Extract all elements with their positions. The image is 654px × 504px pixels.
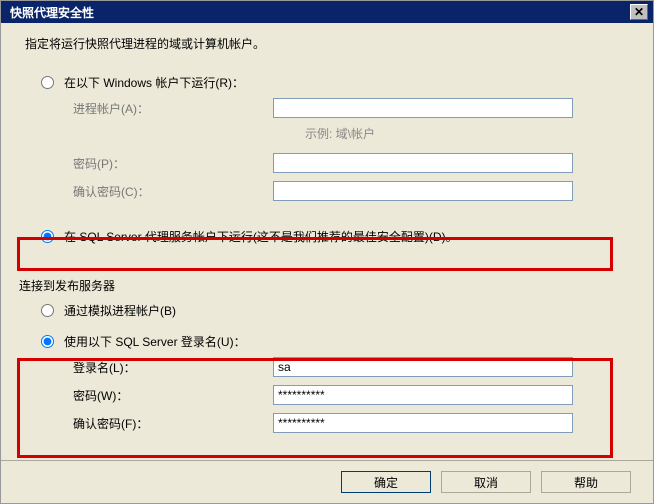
confirm-password-input[interactable] [273, 181, 573, 201]
sql-login-radio-row: 使用以下 SQL Server 登录名(U)： [41, 333, 635, 350]
pub-confirm-password-input[interactable] [273, 413, 573, 433]
content-area: 指定将运行快照代理进程的域或计算机帐户。 在以下 Windows 帐户下运行(R… [1, 23, 653, 460]
sqlserver-agent-radio-row: 在 SQL Server 代理服务帐户下运行(这不是我们推荐的最佳安全配置)(D… [41, 228, 635, 245]
sql-login-radio[interactable] [41, 335, 54, 348]
instruction-text: 指定将运行快照代理进程的域或计算机帐户。 [25, 35, 635, 52]
pub-password-label: 密码(W)： [73, 387, 273, 404]
sql-login-label: 使用以下 SQL Server 登录名(U)： [64, 333, 246, 350]
titlebar: 快照代理安全性 ✕ [1, 1, 653, 23]
ok-button[interactable]: 确定 [341, 471, 431, 493]
password-input[interactable] [273, 153, 573, 173]
pub-confirm-password-label: 确认密码(F)： [73, 415, 273, 432]
confirm-password-label: 确认密码(C)： [73, 183, 273, 200]
windows-account-label: 在以下 Windows 帐户下运行(R)： [64, 74, 244, 91]
close-button[interactable]: ✕ [630, 4, 648, 20]
process-account-input[interactable] [273, 98, 573, 118]
impersonate-label: 通过模拟进程帐户(B) [64, 302, 176, 319]
windows-account-radio-row: 在以下 Windows 帐户下运行(R)： [41, 74, 635, 91]
sqlserver-agent-radio[interactable] [41, 230, 54, 243]
help-button[interactable]: 帮助 [541, 471, 631, 493]
login-name-label: 登录名(L)： [73, 359, 273, 376]
example-text: 示例: 域\帐户 [305, 125, 635, 142]
cancel-button[interactable]: 取消 [441, 471, 531, 493]
impersonate-radio-row: 通过模拟进程帐户(B) [41, 302, 635, 319]
impersonate-radio[interactable] [41, 304, 54, 317]
title-text: 快照代理安全性 [10, 4, 94, 21]
password-label: 密码(P)： [73, 155, 273, 172]
process-account-label: 进程帐户(A)： [73, 100, 273, 117]
publisher-section-title: 连接到发布服务器 [19, 277, 635, 294]
sqlserver-agent-label: 在 SQL Server 代理服务帐户下运行(这不是我们推荐的最佳安全配置)(D… [64, 228, 458, 245]
button-bar: 确定 取消 帮助 [1, 460, 653, 503]
pub-password-input[interactable] [273, 385, 573, 405]
dialog: 快照代理安全性 ✕ 指定将运行快照代理进程的域或计算机帐户。 在以下 Windo… [0, 0, 654, 504]
login-name-input[interactable] [273, 357, 573, 377]
close-icon: ✕ [634, 5, 644, 19]
windows-account-radio[interactable] [41, 76, 54, 89]
